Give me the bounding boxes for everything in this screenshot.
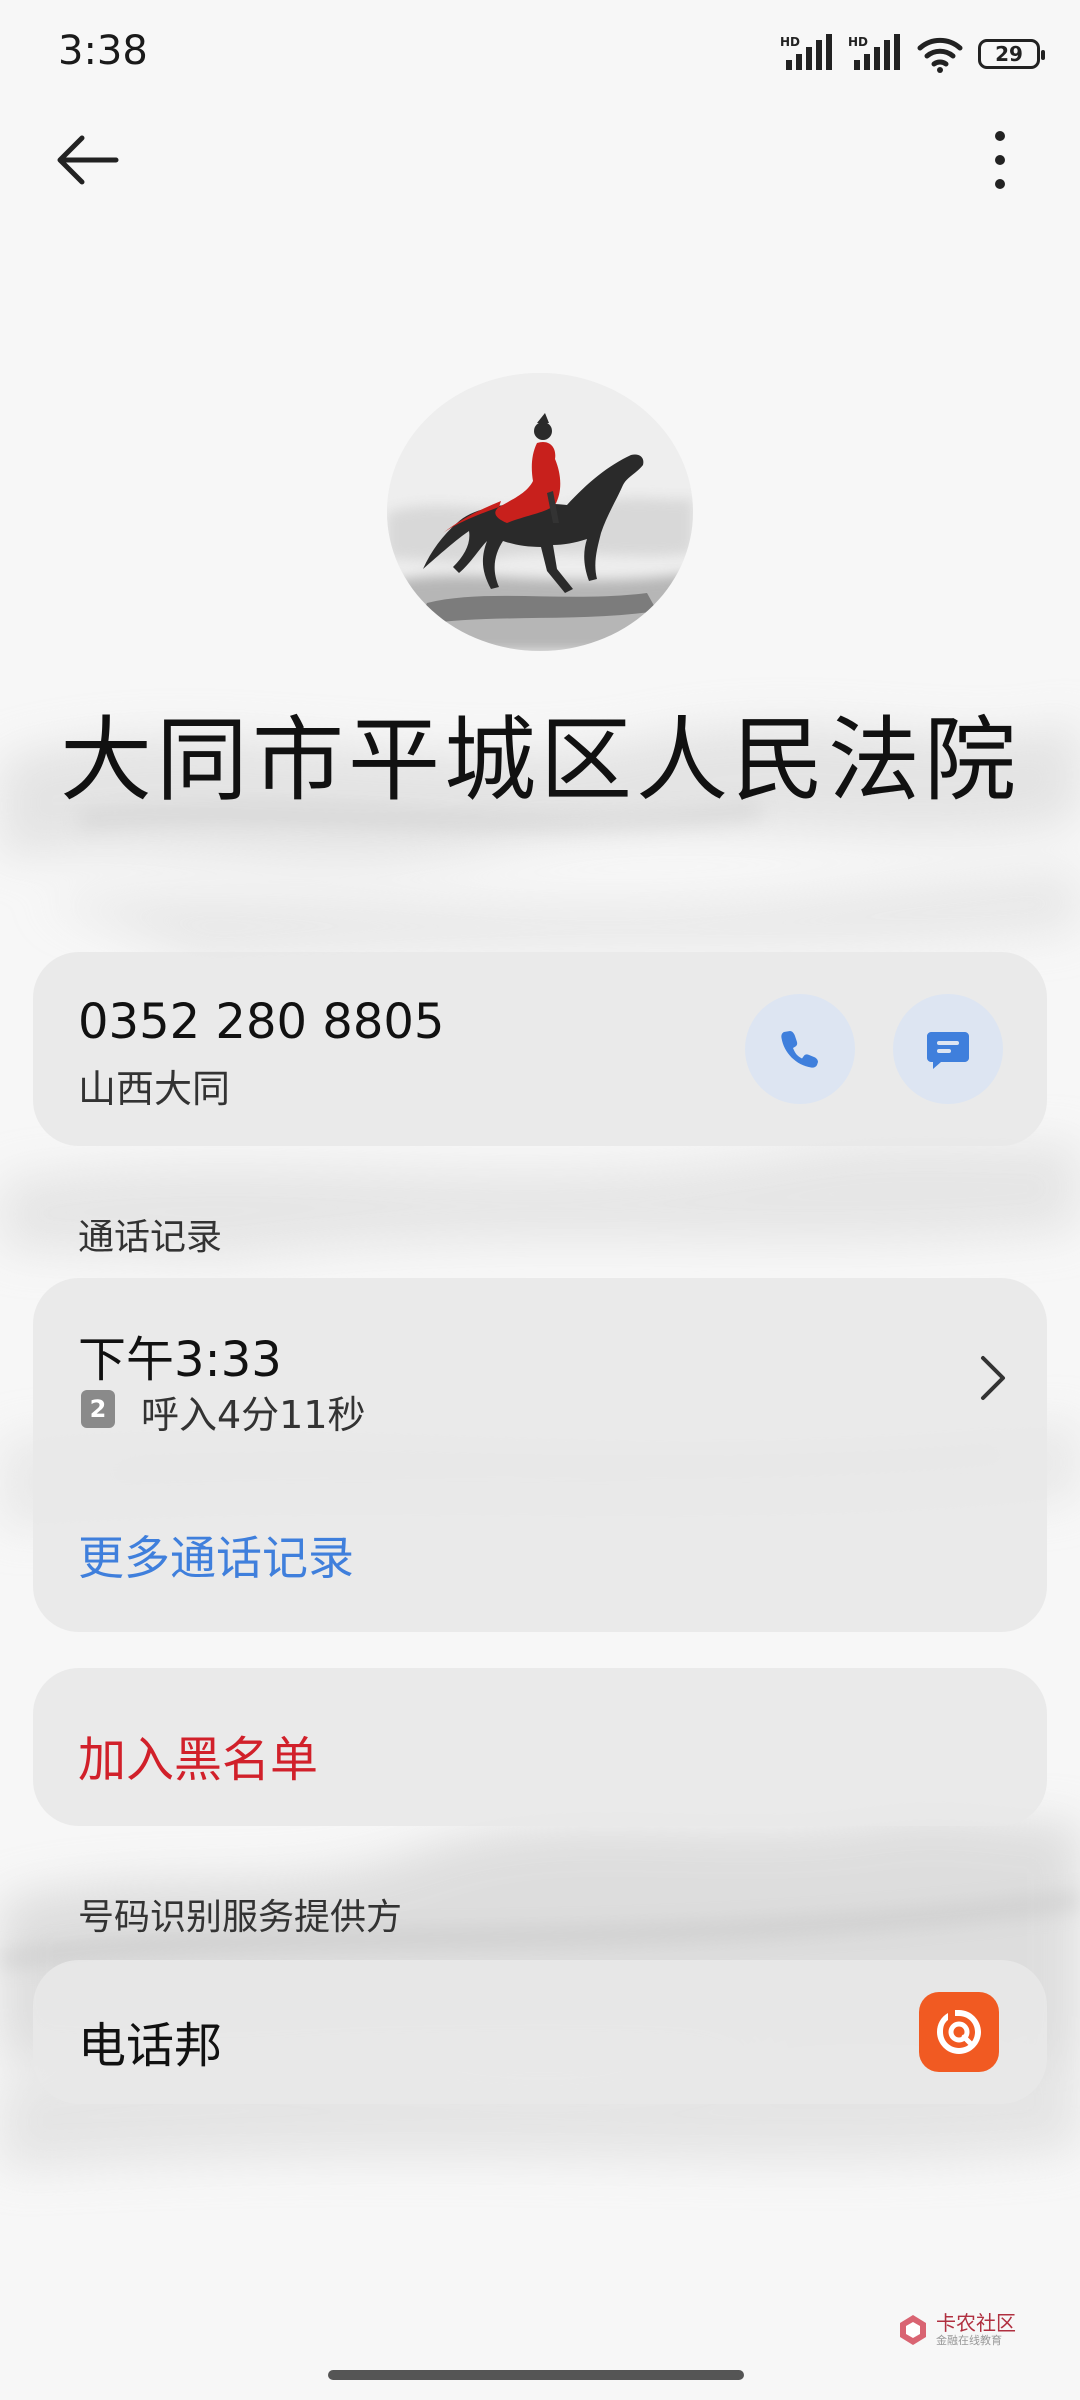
hd-signal-icon-2: HD (848, 34, 900, 70)
svg-text:HD: HD (848, 35, 868, 49)
phone-location: 山西大同 (78, 1067, 231, 1111)
provider-name: 电话邦 (78, 2018, 223, 2074)
call-log-time: 下午3:33 (78, 1332, 282, 1388)
add-to-blacklist-button[interactable]: 加入黑名单 (78, 1720, 318, 1790)
watermark-text: 卡农社区 (936, 2310, 1016, 2335)
battery-level: 29 (995, 42, 1023, 66)
phone-number-card[interactable]: 0352 280 8805 山西大同 (33, 952, 1047, 1146)
message-button[interactable] (893, 994, 1003, 1104)
contact-name: 大同市平城区人民法院 (59, 707, 1020, 814)
provider-logo-icon (919, 1992, 999, 2072)
svg-text:HD: HD (780, 35, 800, 49)
watermark-logo: 卡农社区 金融在线教育 (896, 2308, 1026, 2352)
more-vertical-icon (995, 131, 1005, 189)
hd-signal-icon: HD (780, 34, 832, 70)
provider-card[interactable]: 电话邦 (33, 1960, 1047, 2104)
status-time: 3:38 (58, 28, 148, 74)
add-to-blacklist-card[interactable]: 加入黑名单 (33, 1668, 1047, 1826)
call-log-section-label: 通话记录 (78, 1217, 223, 1258)
sim-slot-badge: 2 (81, 1390, 115, 1428)
phone-number[interactable]: 0352 280 8805 (78, 994, 444, 1050)
battery-icon: 29 (978, 39, 1045, 69)
home-indicator[interactable] (328, 2370, 744, 2380)
back-arrow-icon (57, 135, 119, 185)
more-call-logs-link[interactable]: 更多通话记录 (78, 1522, 354, 1588)
watermark-subtext: 金融在线教育 (936, 2333, 1002, 2347)
call-button[interactable] (745, 994, 855, 1104)
call-log-card: 下午3:33 2 呼入4分11秒 更多通话记录 (33, 1278, 1047, 1632)
contact-avatar (387, 373, 693, 651)
more-options-button[interactable] (976, 126, 1016, 194)
watermark-icon (900, 2315, 926, 2345)
chevron-right-icon (981, 1356, 1005, 1400)
wifi-icon (917, 37, 963, 73)
phone-icon (781, 1031, 818, 1068)
horse-rider-painting (387, 373, 693, 651)
message-icon (927, 1032, 969, 1069)
status-icons: HD HD 29 (780, 32, 1045, 76)
provider-section-label: 号码识别服务提供方 (78, 1897, 403, 1938)
call-log-detail: 呼入4分11秒 (141, 1393, 366, 1437)
back-button[interactable] (52, 128, 132, 192)
status-bar: 3:38 HD HD 29 (0, 0, 1080, 110)
